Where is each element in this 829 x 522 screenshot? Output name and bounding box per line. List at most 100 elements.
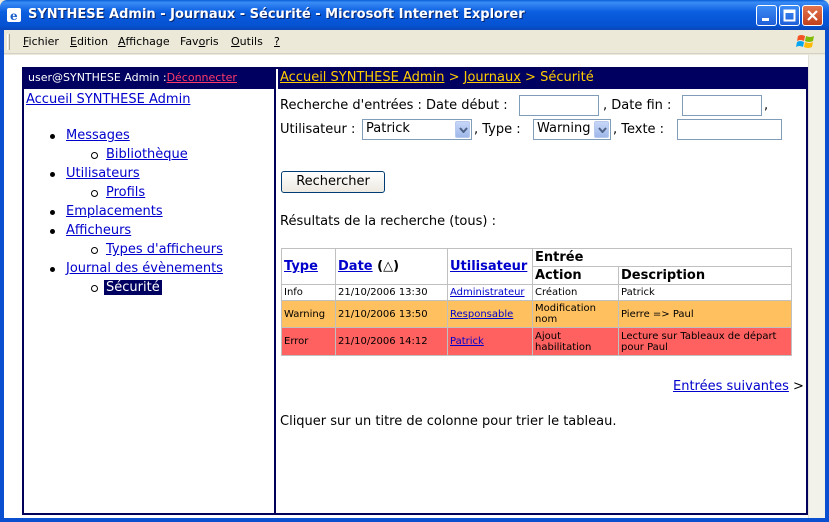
breadcrumb-home-link[interactable]: Accueil SYNTHESE Admin [280,70,444,85]
next-arrow: > [793,379,804,394]
main-content: Accueil SYNTHESE Admin > Journaux > Sécu… [278,69,808,513]
sidebar-current-securite: Sécurité [104,280,162,295]
cell-type: Info [281,284,336,301]
window-border-bottom [0,518,829,522]
cell-description: Pierre => Paul [618,300,792,328]
sidebar-link-utilisateurs[interactable]: Utilisateurs [66,166,140,181]
next-entries-link[interactable]: Entrées suivantes [673,379,789,394]
menu-help[interactable]: ? [274,35,280,48]
chevron-down-icon [459,127,468,133]
ie-icon: e [7,8,21,23]
text-input[interactable] [677,119,782,140]
sidebar-subitem-profils: Profils [24,185,274,204]
label-comma: , [764,98,769,113]
cell-date: 21/10/2006 14:12 [335,327,448,356]
user-label: user@SYNTHESE Admin : [28,71,167,84]
header-user: Utilisateur [447,248,533,285]
type-select[interactable]: Warning [533,119,611,140]
minimize-icon [762,18,769,21]
chevron-down-icon [598,127,607,133]
header-date: Date (△) [335,248,448,285]
cell-date: 21/10/2006 13:30 [335,284,448,301]
menu-fichier[interactable]: Fichier [23,35,59,48]
cell-user: Administrateur [447,284,533,301]
window-titlebar[interactable]: e SYNTHESE Admin - Journaux - Sécurité -… [0,0,829,30]
sidebar-link-messages[interactable]: Messages [66,128,130,143]
sidebar-link-afficheurs[interactable]: Afficheurs [66,223,131,238]
bullet-icon [50,134,55,139]
sidebar-home-link[interactable]: Accueil SYNTHESE Admin [26,92,274,107]
menu-outils[interactable]: Outils [231,35,263,48]
label-date-end: , Date fin : [603,98,672,113]
user-link[interactable]: Administrateur [450,287,525,298]
breadcrumb-journaux-link[interactable]: Journaux [464,70,521,85]
sidebar-item-utilisateurs: Utilisateurs [24,166,274,185]
table-row: Warning 21/10/2006 13:50 Responsable Mod… [281,300,792,328]
sort-date-link[interactable]: Date [338,259,373,274]
logout-link[interactable]: Déconnecter [167,71,237,84]
close-button[interactable] [802,5,823,26]
user-bar: user@SYNTHESE Admin :Déconnecter [24,69,274,89]
date-start-input[interactable] [519,95,599,116]
header-action: Action [532,266,619,285]
sidebar-item-messages: Messages [24,128,274,147]
circle-bullet-icon [91,247,98,254]
window-border-right [825,30,829,522]
circle-bullet-icon [91,190,98,197]
close-icon [807,10,818,21]
breadcrumb-sep: > [520,70,541,85]
cell-user: Patrick [447,327,533,356]
date-end-input[interactable] [682,95,762,116]
user-select-dropdown[interactable] [455,121,470,138]
results-label: Résultats de la recherche (tous) : [280,214,496,229]
circle-bullet-icon [91,285,98,292]
cell-action: Création [532,284,619,301]
sidebar-item-afficheurs: Afficheurs [24,223,274,242]
user-link[interactable]: Patrick [450,336,484,347]
bullet-icon [50,210,55,215]
sidebar-item-emplacements: Emplacements [24,204,274,223]
sort-user-link[interactable]: Utilisateur [450,259,527,274]
menu-edition[interactable]: Edition [70,35,108,48]
sidebar-item-journal: Journal des évènements [24,261,274,280]
user-select[interactable]: Patrick [362,119,472,140]
sidebar-nav: Messages Bibliothèque Utilisateurs Profi… [24,128,274,299]
bullet-icon [50,267,55,272]
table-row: Error 21/10/2006 14:12 Patrick Ajout hab… [281,327,792,356]
menu-bar: Fichier Edition Affichage Favoris Outils… [4,30,825,54]
bullet-icon [50,229,55,234]
sidebar-subitem-bibliotheque: Bibliothèque [24,147,274,166]
breadcrumb: Accueil SYNTHESE Admin > Journaux > Sécu… [278,69,808,89]
sidebar-link-bibliotheque[interactable]: Bibliothèque [106,147,188,162]
admin-page: user@SYNTHESE Admin :Déconnecter Accueil… [22,67,808,515]
bullet-icon [50,172,55,177]
table-row: Info 21/10/2006 13:30 Administrateur Cré… [281,284,792,301]
vertical-scrollbar[interactable] [808,55,825,518]
sidebar-link-profils[interactable]: Profils [106,185,145,200]
sidebar-link-emplacements[interactable]: Emplacements [66,204,163,219]
cell-type: Error [281,327,336,356]
menu-affichage[interactable]: Affichage [118,35,170,48]
label-user: Utilisateur : [280,122,356,137]
menu-favoris[interactable]: Favoris [180,35,219,48]
sort-type-link[interactable]: Type [284,259,318,274]
sort-indicator: (△) [377,259,400,274]
maximize-button[interactable] [779,5,800,26]
sidebar-link-journal[interactable]: Journal des évènements [66,261,223,276]
header-description: Description [618,266,792,285]
search-button[interactable]: Rechercher [281,171,385,193]
sidebar-subitem-securite: Sécurité [24,280,274,299]
cell-description: Patrick [618,284,792,301]
type-select-value: Warning [537,121,591,136]
minimize-button[interactable] [756,5,777,26]
cell-type: Warning [281,300,336,328]
cell-action: Modification nom [532,300,619,328]
browser-viewport: user@SYNTHESE Admin :Déconnecter Accueil… [4,55,825,518]
windows-logo-icon [796,35,814,48]
header-type: Type [281,248,336,285]
type-select-dropdown[interactable] [594,121,609,138]
sidebar-link-types-afficheurs[interactable]: Types d'afficheurs [106,242,223,257]
sidebar-subitem-types-afficheurs: Types d'afficheurs [24,242,274,261]
user-link[interactable]: Responsable [450,309,513,320]
cell-date: 21/10/2006 13:50 [335,300,448,328]
